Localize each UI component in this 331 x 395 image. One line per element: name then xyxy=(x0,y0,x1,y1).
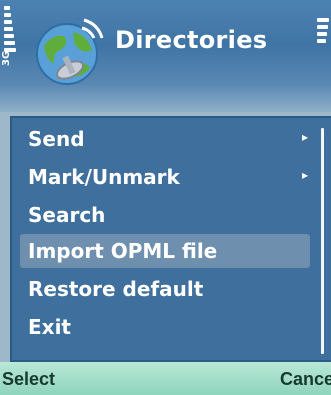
menu-item-label: Search xyxy=(28,203,106,227)
window-title: Directories xyxy=(115,26,268,54)
softkey-bar: Select Cance xyxy=(0,362,331,395)
menu-item-send[interactable]: Send ▸ xyxy=(20,122,310,156)
battery-icon xyxy=(313,18,331,98)
options-menu: Send ▸ Mark/Unmark ▸ Search Import OPML … xyxy=(10,116,331,362)
menu-item-label: Exit xyxy=(28,315,71,339)
menu-item-exit[interactable]: Exit xyxy=(20,310,310,344)
menu-item-label: Restore default xyxy=(28,277,204,301)
select-softkey[interactable]: Select xyxy=(2,369,55,390)
chevron-right-icon: ▸ xyxy=(301,168,308,182)
menu-item-mark-unmark[interactable]: Mark/Unmark ▸ xyxy=(20,160,310,194)
signal-strength-icon xyxy=(4,0,24,96)
scrollbar-thumb[interactable] xyxy=(321,128,324,354)
globe-satellite-icon xyxy=(30,14,108,92)
network-type-label: 3G xyxy=(1,50,12,66)
menu-item-import-opml[interactable]: Import OPML file xyxy=(20,234,310,268)
menu-item-label: Mark/Unmark xyxy=(28,165,180,189)
cancel-softkey[interactable]: Cance xyxy=(280,369,331,390)
menu-item-label: Send xyxy=(28,127,85,151)
menu-item-search[interactable]: Search xyxy=(20,198,310,232)
menu-item-restore-default[interactable]: Restore default xyxy=(20,272,310,306)
title-bar: 3G Directories xyxy=(0,0,331,112)
menu-item-label: Import OPML file xyxy=(28,239,218,263)
chevron-right-icon: ▸ xyxy=(301,130,308,144)
